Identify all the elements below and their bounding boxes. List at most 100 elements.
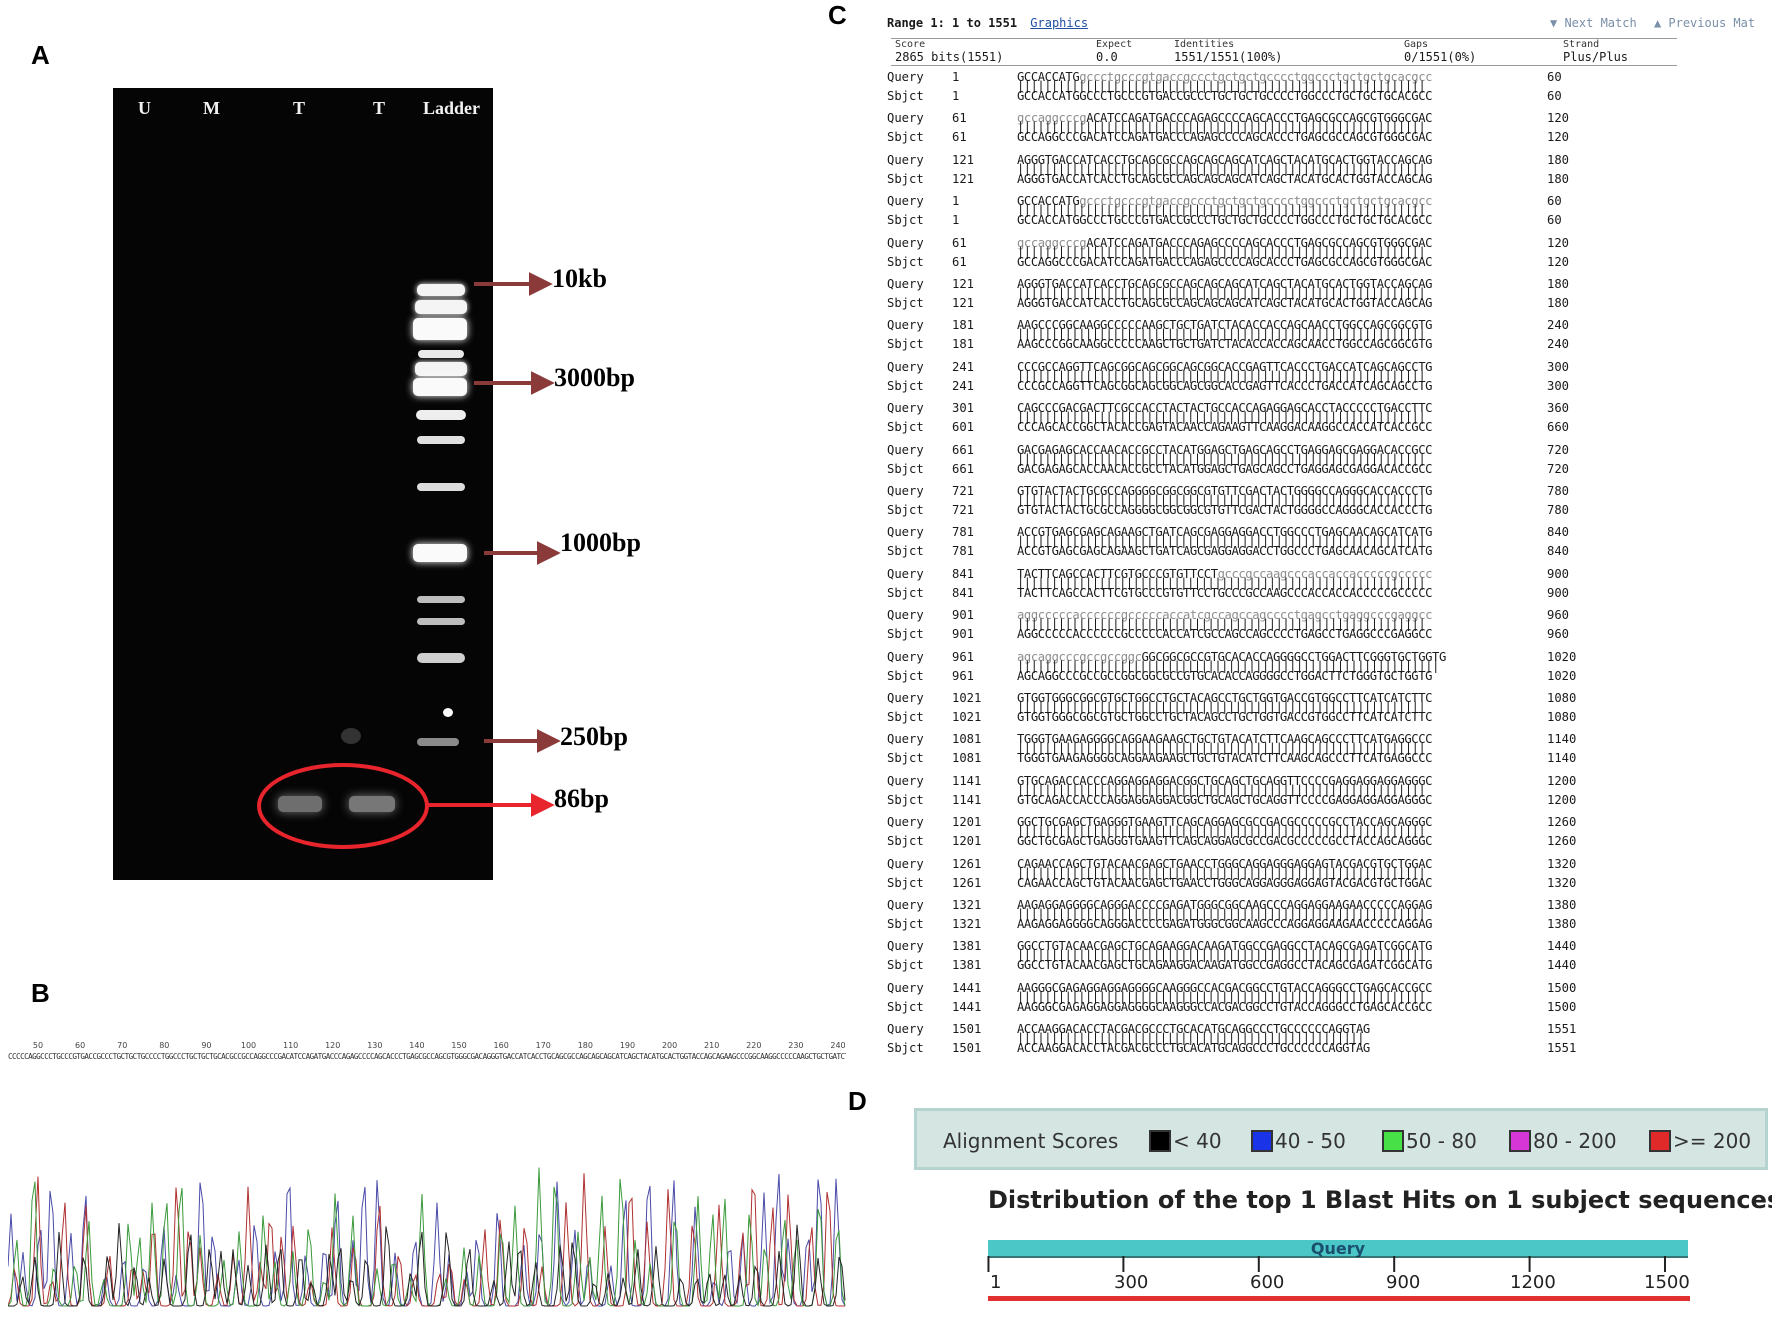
legend-swatch	[1649, 1130, 1671, 1152]
next-match-link[interactable]: ▼ Next Match	[1550, 16, 1637, 30]
row-label: Sbjct	[887, 89, 924, 103]
previous-match-link[interactable]: ▲ Previous Mat	[1654, 16, 1755, 30]
row-label: Sbjct	[887, 420, 924, 435]
row-label: Query	[887, 566, 924, 581]
gaps-header: Gaps	[1404, 39, 1429, 50]
row-label: Sbjct	[887, 917, 924, 931]
row-start: 1321	[952, 917, 982, 931]
row-label: Sbjct	[887, 503, 924, 517]
row-label: Query	[887, 277, 924, 291]
row-end: 1551	[1547, 1041, 1577, 1056]
row-start: 1321	[952, 898, 982, 912]
graphics-link[interactable]: Graphics	[1030, 16, 1088, 30]
row-start: 1	[952, 194, 960, 209]
range-label: Range 1: 1 to 1551	[887, 16, 1018, 30]
row-start: 1141	[952, 773, 982, 788]
legend-label: 40 - 50	[1275, 1129, 1346, 1153]
row-label: Query	[887, 898, 924, 912]
row-label: Query	[887, 1022, 924, 1037]
row-end: 1500	[1547, 980, 1577, 995]
row-end: 60	[1547, 70, 1562, 84]
legend-swatch	[1382, 1130, 1404, 1152]
row-label: Sbjct	[887, 1041, 924, 1056]
ruler-tick-label: 130	[367, 1041, 382, 1050]
row-label: Sbjct	[887, 585, 924, 600]
row-end: 1380	[1547, 917, 1577, 931]
row-label: Sbjct	[887, 999, 924, 1014]
row-start: 1201	[952, 815, 982, 830]
identity-bars: ||||||||||||||||||||||||||||||||||||||||…	[1017, 161, 1426, 176]
row-label: Query	[887, 194, 924, 209]
row-start: 661	[952, 461, 975, 476]
identity-bars: ||||||||||||||||||||||||||||||||||||||||…	[1017, 989, 1426, 1004]
row-start: 121	[952, 296, 975, 310]
row-end: 720	[1547, 442, 1570, 457]
identity-bars: ||||||||||||||||||||||||||||||||||||||||…	[1017, 368, 1426, 383]
row-end: 1320	[1547, 875, 1577, 890]
ruler-tick-label: 100	[241, 1041, 256, 1050]
row-end: 1440	[1547, 958, 1577, 973]
row-start: 1021	[952, 691, 982, 705]
row-start: 61	[952, 254, 967, 269]
marker-label-86bp: 86bp	[554, 784, 609, 813]
row-start: 1381	[952, 958, 982, 973]
row-label: Sbjct	[887, 958, 924, 973]
identity-bars: ||||||||||||||||||||||||||||||||||||||||…	[1017, 700, 1426, 714]
row-end: 660	[1547, 420, 1570, 435]
row-start: 61	[952, 130, 967, 145]
legend-swatch	[1509, 1130, 1531, 1152]
row-label: Query	[887, 939, 924, 954]
row-end: 1140	[1547, 751, 1577, 766]
score-column: Score 2865 bits(1551)	[895, 39, 1003, 64]
row-end: 180	[1547, 152, 1570, 167]
row-start: 721	[952, 484, 975, 498]
row-start: 1261	[952, 875, 982, 890]
identity-bars: ||||||||||||||||||||||||||||||||||||||||…	[1017, 203, 1426, 218]
row-start: 781	[952, 544, 975, 559]
ruler-tick-label: 90	[201, 1041, 211, 1050]
row-start: 241	[952, 359, 975, 374]
axis-tick-label: 900	[1386, 1272, 1421, 1293]
panel-label-d: D	[848, 1086, 867, 1116]
basecall-sequence: CCCCCAGGCCCTGCCCGTGACCGCCCTGCTGCTGCCCCTG…	[8, 1052, 846, 1061]
row-end: 1020	[1547, 668, 1577, 683]
row-end: 360	[1547, 401, 1570, 416]
row-end: 240	[1547, 337, 1570, 352]
strand-column: Strand Plus/Plus	[1563, 39, 1628, 64]
identity-bars: ||||||||||||||||||||||||||||||||||||||||…	[1017, 782, 1426, 797]
expect-header: Expect	[1096, 39, 1133, 50]
identity-bars: ||||||||||||||||||||||||||||||||||||||||…	[1017, 575, 1426, 590]
row-label: Query	[887, 732, 924, 747]
row-label: Query	[887, 980, 924, 995]
row-start: 721	[952, 503, 975, 517]
row-start: 601	[952, 420, 975, 435]
ruler-tick-label: 240	[830, 1041, 845, 1050]
row-end: 1551	[1547, 1022, 1577, 1037]
row-label: Sbjct	[887, 792, 924, 807]
query-axis	[987, 1256, 1688, 1272]
row-label: Sbjct	[887, 751, 924, 766]
row-end: 1140	[1547, 732, 1577, 747]
identities-value: 1551/1551(100%)	[1174, 50, 1283, 64]
alignment-scores-legend: Alignment Scores < 40 40 - 50 50 - 80 80…	[914, 1108, 1768, 1170]
ruler-tick-label: 210	[704, 1041, 719, 1050]
strand-value: Plus/Plus	[1563, 50, 1629, 64]
row-end: 1200	[1547, 792, 1577, 807]
row-end: 60	[1547, 213, 1562, 228]
marker-label-10kb: 10kb	[552, 264, 607, 293]
row-end: 960	[1547, 627, 1570, 642]
row-start: 1	[952, 213, 960, 228]
row-end: 120	[1547, 111, 1570, 126]
ruler-tick-label: 200	[662, 1041, 677, 1050]
row-end: 1500	[1547, 999, 1577, 1014]
legend-item-lt40: < 40	[1149, 1129, 1222, 1153]
row-start: 121	[952, 171, 975, 186]
ruler-tick-label: 180	[578, 1041, 593, 1050]
row-end: 780	[1547, 503, 1570, 517]
ruler-tick-label: 160	[494, 1041, 509, 1050]
legend-label: 80 - 200	[1533, 1129, 1617, 1153]
row-start: 121	[952, 277, 975, 291]
identity-bars: ||||||||||||||||||||||||||||||||||||||||…	[1017, 1031, 1365, 1046]
marker-label-3000bp: 3000bp	[554, 363, 635, 392]
row-end: 900	[1547, 566, 1570, 581]
